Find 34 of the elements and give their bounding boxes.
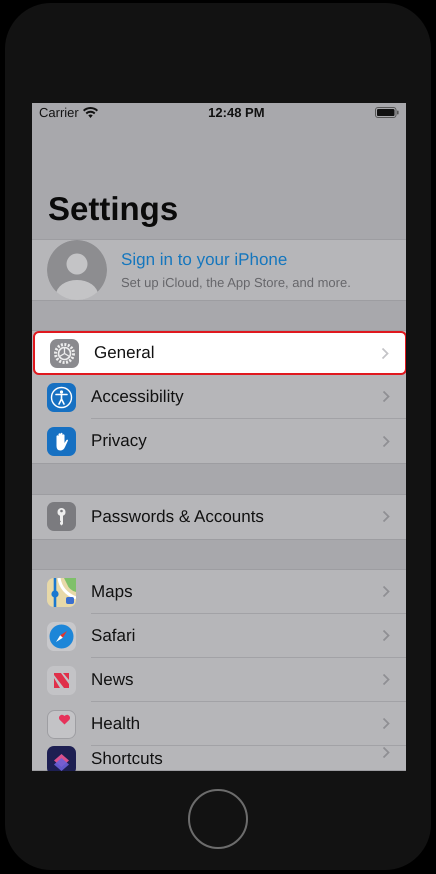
battery-icon [374,107,399,118]
settings-row[interactable]: Passwords & Accounts [32,494,406,539]
chevron-icon [382,673,390,686]
news-icon [47,666,76,695]
chevron-icon [382,629,390,642]
gear-icon [50,338,79,368]
settings-row[interactable]: Accessibility [32,375,406,420]
chevron-icon [381,346,389,360]
settings-row[interactable]: Shortcuts [32,746,406,770]
chevron-icon [382,510,390,524]
hand-icon [47,426,76,456]
chevron-icon [382,434,390,448]
chevron-icon [382,746,390,760]
wifi-icon [82,107,98,118]
settings-row[interactable]: Health [32,702,406,746]
settings-row[interactable]: Privacy [32,419,406,464]
home-button[interactable] [188,789,248,849]
map-icon [47,578,76,607]
settings-row[interactable]: General [33,331,406,376]
key-icon [47,502,76,532]
chevron-icon [382,717,390,730]
profile-subtitle: Set up iCloud, the App Store, and more. [121,274,351,292]
settings-row[interactable]: News [32,658,406,702]
settings-row[interactable]: Maps [32,570,406,614]
chevron-icon [382,585,390,598]
avatar-icon [47,240,107,300]
compass-icon [47,622,76,651]
clock-time: 12:48 PM [208,104,265,122]
carrier-label: Carrier [39,104,79,122]
accessibility-icon [47,382,76,412]
page-title: Settings [47,188,180,227]
chevron-icon [382,390,390,404]
settings-row[interactable]: Safari [32,614,406,658]
shortcuts-icon [47,746,76,771]
